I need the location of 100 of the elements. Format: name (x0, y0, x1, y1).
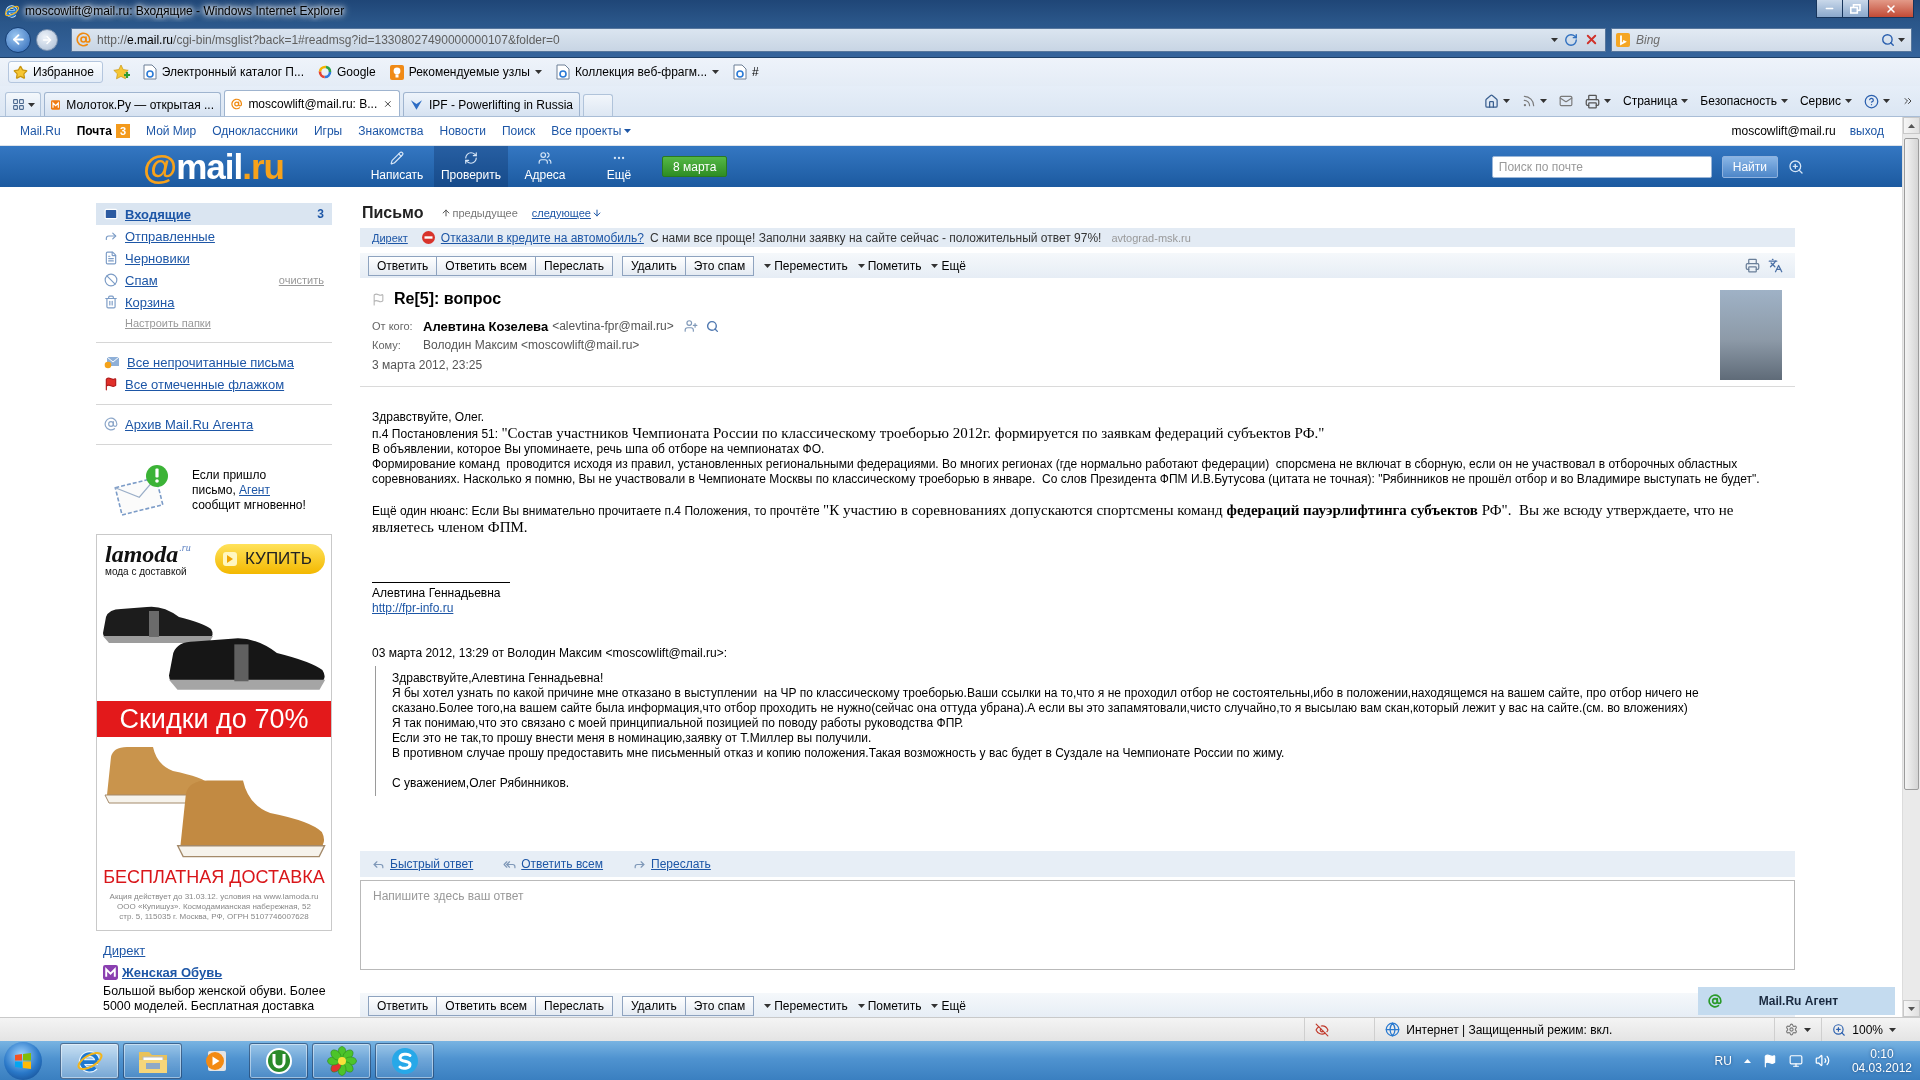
favorites-button[interactable]: Избранное (8, 61, 103, 83)
search-button[interactable] (1881, 32, 1905, 47)
agent-link[interactable]: Агент (239, 482, 270, 497)
print-button[interactable] (1584, 93, 1611, 109)
filter-link[interactable]: Все непрочитанные письма (127, 354, 294, 370)
menu-button[interactable]: Пометить (857, 258, 922, 273)
taskbar-button[interactable] (249, 1042, 308, 1079)
reply-link[interactable]: Переслать (633, 857, 711, 871)
menu-button[interactable]: Переместить (764, 258, 848, 273)
show-hidden-icons-button[interactable] (1743, 1058, 1751, 1063)
ad-title-link[interactable]: Женская Обувь (122, 965, 223, 980)
next-link[interactable]: следующее (531, 207, 602, 219)
projects-menu[interactable]: Все проекты (551, 124, 632, 138)
portal-link[interactable]: Mail.Ru (20, 124, 61, 138)
chevrons-right-icon[interactable] (1902, 95, 1914, 107)
mail-search-field[interactable]: Поиск по почте (1491, 155, 1712, 178)
taskbar-button[interactable] (60, 1042, 119, 1079)
speaker-icon[interactable] (1814, 1053, 1830, 1068)
folder-item[interactable]: Входящие 3 (96, 203, 332, 225)
search-field[interactable]: Bing (1611, 27, 1912, 52)
folder-item[interactable]: Спам (96, 269, 279, 291)
taskbar-button[interactable] (312, 1042, 371, 1079)
toolbar-button[interactable]: Ответить (368, 995, 438, 1016)
favorite-link[interactable]: # (731, 61, 761, 83)
stop-button[interactable] (1584, 32, 1599, 47)
archive-link[interactable]: Архив Mail.Ru Агента (125, 416, 254, 432)
toolbar-button[interactable]: Это спам (684, 255, 755, 276)
monitor-icon[interactable] (1788, 1053, 1803, 1068)
feeds-button[interactable] (1521, 94, 1547, 108)
mail-button[interactable] (1558, 94, 1573, 108)
direct-link[interactable]: Директ (103, 943, 146, 961)
advanced-search-icon[interactable] (1788, 158, 1804, 175)
minimize-button[interactable] (1816, 0, 1843, 18)
add-contact-icon[interactable] (683, 319, 698, 333)
menu-button[interactable]: Переместить (764, 998, 848, 1013)
scroll-down-button[interactable] (1903, 1000, 1920, 1017)
scroll-up-button[interactable] (1903, 117, 1920, 134)
portal-link[interactable]: Мой Мир (146, 124, 197, 138)
reply-field[interactable]: Напишите здесь ваш ответ (360, 880, 1795, 970)
ad-banner[interactable] (96, 534, 332, 931)
favorite-link[interactable]: Google (316, 61, 378, 83)
command-menu[interactable]: Страница (1622, 94, 1689, 108)
favorite-link[interactable]: Коллекция веб-фрагм... (553, 61, 722, 83)
printer-icon[interactable] (1745, 258, 1760, 273)
toolbar-button[interactable]: Переслать (535, 255, 613, 276)
close-button[interactable] (1868, 0, 1914, 18)
restore-button[interactable] (1842, 0, 1869, 18)
taskbar-button[interactable] (123, 1042, 182, 1079)
toolbar-button[interactable]: Это спам (684, 995, 755, 1016)
agent-panel[interactable]: Mail.Ru Агент (1698, 987, 1895, 1015)
refresh-button[interactable] (1564, 32, 1578, 47)
filter-link[interactable]: Все отмеченные флажком (125, 376, 285, 392)
address-field[interactable]: http://e.mail.ru/cgi-bin/msglist?back=1#readmsg?id=13308027490000000107&folder=0 (71, 27, 1606, 52)
toolbar-button[interactable]: Ответить всем (436, 255, 537, 276)
forward-button[interactable] (36, 28, 58, 51)
header-action[interactable]: Адреса (508, 146, 582, 187)
browser-tab[interactable]: moscowlift@mail.ru: В... (224, 90, 400, 116)
command-menu[interactable]: Безопасность (1700, 94, 1788, 108)
toolbar-button[interactable]: Ответить всем (436, 995, 537, 1016)
folder-item[interactable]: Черновики (96, 247, 332, 269)
folder-item[interactable]: Корзина (96, 291, 332, 313)
reply-link[interactable]: Ответить всем (503, 857, 604, 871)
gear-icon[interactable] (1785, 1023, 1799, 1036)
portal-link[interactable]: Игры (313, 124, 343, 138)
scrollbar-thumb[interactable] (1904, 138, 1919, 790)
reply-link[interactable]: Быстрый ответ (372, 857, 474, 871)
buy-button[interactable]: КУПИТЬ (215, 544, 325, 574)
signature-link[interactable]: http://fpr-info.ru (372, 601, 454, 616)
flag-icon[interactable] (1762, 1053, 1777, 1068)
quick-tabs-button[interactable] (5, 92, 41, 116)
header-action[interactable]: Написать (360, 146, 434, 187)
home-button[interactable] (1483, 93, 1510, 109)
portal-link[interactable]: Знакомства (358, 124, 424, 138)
logout-link[interactable]: выход (1849, 124, 1884, 138)
command-menu[interactable]: Сервис (1799, 94, 1852, 108)
header-action[interactable]: Проверить (434, 146, 508, 187)
help-button[interactable] (1864, 93, 1890, 109)
browser-tab[interactable]: Молоток.Ру — открытая ... (44, 92, 221, 116)
ad-link[interactable]: Отказали в кредите на автомобиль? (440, 230, 644, 245)
portal-link[interactable]: Поиск (502, 124, 536, 138)
toolbar-button[interactable]: Удалить (621, 255, 686, 276)
add-favorite-button[interactable] (112, 64, 131, 80)
favorite-link[interactable]: Рекомендуемые узлы (387, 61, 544, 83)
toolbar-button[interactable]: Удалить (621, 995, 686, 1016)
history-dropdown-button[interactable] (1551, 37, 1558, 42)
portal-link[interactable]: Одноклассники (212, 124, 298, 138)
toolbar-button[interactable]: Ответить (368, 255, 438, 276)
start-button[interactable] (4, 1041, 42, 1080)
translate-icon[interactable] (1768, 258, 1783, 273)
portal-link[interactable]: Новости (439, 124, 486, 138)
menu-button[interactable]: Пометить (857, 998, 922, 1013)
browser-tab[interactable]: IPF - Powerlifting in Russia (403, 92, 580, 116)
header-action[interactable]: Ещё (582, 146, 656, 187)
menu-button[interactable]: Ещё (931, 258, 967, 273)
folder-item[interactable]: Отправленные (96, 225, 332, 247)
search-icon[interactable] (705, 319, 719, 333)
portal-link[interactable]: Почта (76, 124, 112, 138)
taskbar-button[interactable] (375, 1042, 434, 1079)
back-button[interactable] (5, 26, 31, 53)
previous-link[interactable]: предыдущее (441, 207, 518, 219)
